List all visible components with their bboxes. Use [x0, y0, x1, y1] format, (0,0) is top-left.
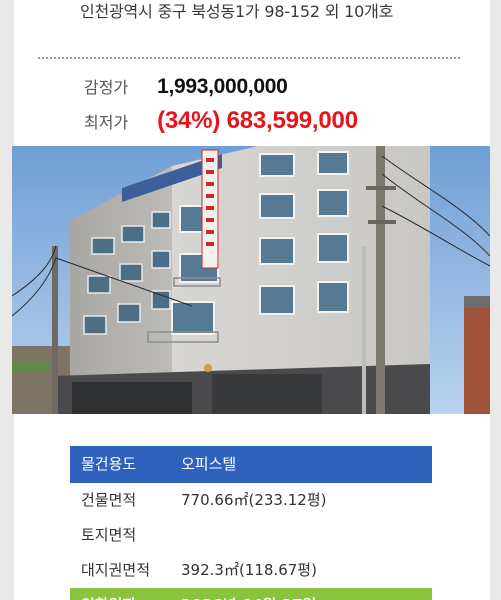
info-value-bid-date: 2026년 04월 27일	[181, 588, 316, 600]
building-photo-illustration	[12, 146, 490, 414]
info-key-land-area: 토지면적	[81, 526, 137, 544]
property-info-table: 물건용도 오피스텔 건물면적 770.66㎡(233.12평) 토지면적 대지권…	[70, 446, 432, 600]
page: 인천광역시 중구 북성동1가 98-152 외 10개호 감정가 1,993,0…	[0, 0, 501, 600]
dotted-divider	[38, 57, 460, 59]
info-key-bid-date: 입찰일자	[81, 588, 136, 600]
info-row-usage: 물건용도 오피스텔	[70, 446, 432, 483]
info-row-building-area: 건물면적 770.66㎡(233.12평)	[70, 483, 432, 518]
minimum-price-row: 최저가 (34%) 683,599,000	[84, 107, 358, 135]
appraised-price-row: 감정가 1,993,000,000	[84, 74, 288, 99]
appraised-price-value: 1,993,000,000	[157, 75, 288, 98]
info-value-usage: 오피스텔	[181, 455, 237, 473]
minimum-price-value: (34%) 683,599,000	[157, 107, 358, 134]
property-photo[interactable]	[12, 146, 490, 414]
info-key-building-area: 건물면적	[81, 491, 137, 509]
property-address: 인천광역시 중구 북성동1가 98-152 외 10개호	[80, 2, 394, 21]
info-key-land-right-area: 대지권면적	[81, 561, 151, 579]
info-value-land-right-area: 392.3㎡(118.67평)	[181, 561, 317, 579]
info-key-usage: 물건용도	[81, 455, 137, 473]
appraised-price-label: 감정가	[84, 78, 129, 97]
info-value-building-area: 770.66㎡(233.12평)	[181, 491, 327, 509]
info-row-land-right-area: 대지권면적 392.3㎡(118.67평)	[70, 553, 432, 588]
info-row-land-area: 토지면적	[70, 518, 432, 553]
minimum-price-label: 최저가	[84, 113, 129, 132]
info-row-bid-date: 입찰일자 2026년 04월 27일	[70, 588, 432, 600]
